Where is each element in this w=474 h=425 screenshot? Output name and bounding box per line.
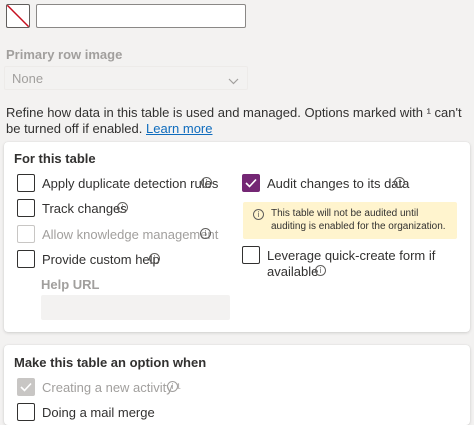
- make-option-section: Make this table an option when Creating …: [4, 345, 470, 425]
- primary-row-image-select: None: [4, 66, 248, 90]
- help-url-label: Help URL: [41, 277, 100, 292]
- no-color-icon[interactable]: [6, 4, 30, 28]
- chevron-down-icon: [228, 73, 239, 88]
- label-track-changes: Track changes: [42, 201, 127, 216]
- description-text: Refine how data in this table is used an…: [6, 105, 462, 136]
- label-duplicate-detection: Apply duplicate detection rules: [42, 176, 219, 191]
- help-url-input: [41, 295, 230, 320]
- label-quick-create-line1: Leverage quick-create form if: [267, 248, 436, 263]
- info-icon[interactable]: i: [315, 265, 326, 276]
- label-quick-create-line2: available: [267, 264, 319, 279]
- primary-row-image-value: None: [12, 71, 44, 86]
- checkbox-new-activity: [17, 378, 35, 396]
- audit-warning-message: i This table will not be audited until a…: [243, 202, 457, 239]
- info-icon[interactable]: i: [201, 177, 212, 188]
- section-title-make-option: Make this table an option when: [14, 355, 207, 370]
- info-icon[interactable]: i: [167, 381, 178, 392]
- label-custom-help: Provide custom help: [42, 252, 160, 267]
- info-icon[interactable]: i: [394, 177, 405, 188]
- checkmark-icon: [245, 178, 257, 188]
- label-knowledge-management: Allow knowledge management: [42, 227, 219, 242]
- info-icon[interactable]: i: [117, 202, 128, 213]
- primary-row-image-label: Primary row image: [6, 47, 123, 62]
- checkbox-audit-changes[interactable]: [242, 174, 260, 192]
- label-new-activity: Creating a new activity ¹: [42, 380, 181, 395]
- checkbox-track-changes[interactable]: [17, 199, 35, 217]
- checkbox-mail-merge[interactable]: [17, 403, 35, 421]
- checkbox-knowledge-management: [17, 225, 35, 243]
- table-options-description: Refine how data in this table is used an…: [6, 105, 468, 137]
- info-icon: i: [253, 209, 264, 220]
- label-audit-changes: Audit changes to its data: [267, 176, 410, 191]
- checkmark-icon: [20, 382, 32, 392]
- section-title-for-this-table: For this table: [14, 151, 96, 166]
- learn-more-link[interactable]: Learn more: [146, 121, 212, 136]
- checkbox-duplicate-detection[interactable]: [17, 174, 35, 192]
- info-icon[interactable]: i: [149, 253, 160, 264]
- checkbox-quick-create[interactable]: [242, 246, 260, 264]
- audit-warning-text: This table will not be audited until aud…: [271, 208, 446, 232]
- info-icon[interactable]: i: [200, 228, 211, 239]
- color-hex-input[interactable]: [36, 4, 246, 28]
- for-this-table-section: For this table Apply duplicate detection…: [4, 142, 470, 332]
- checkbox-custom-help[interactable]: [17, 250, 35, 268]
- label-mail-merge: Doing a mail merge: [42, 405, 155, 420]
